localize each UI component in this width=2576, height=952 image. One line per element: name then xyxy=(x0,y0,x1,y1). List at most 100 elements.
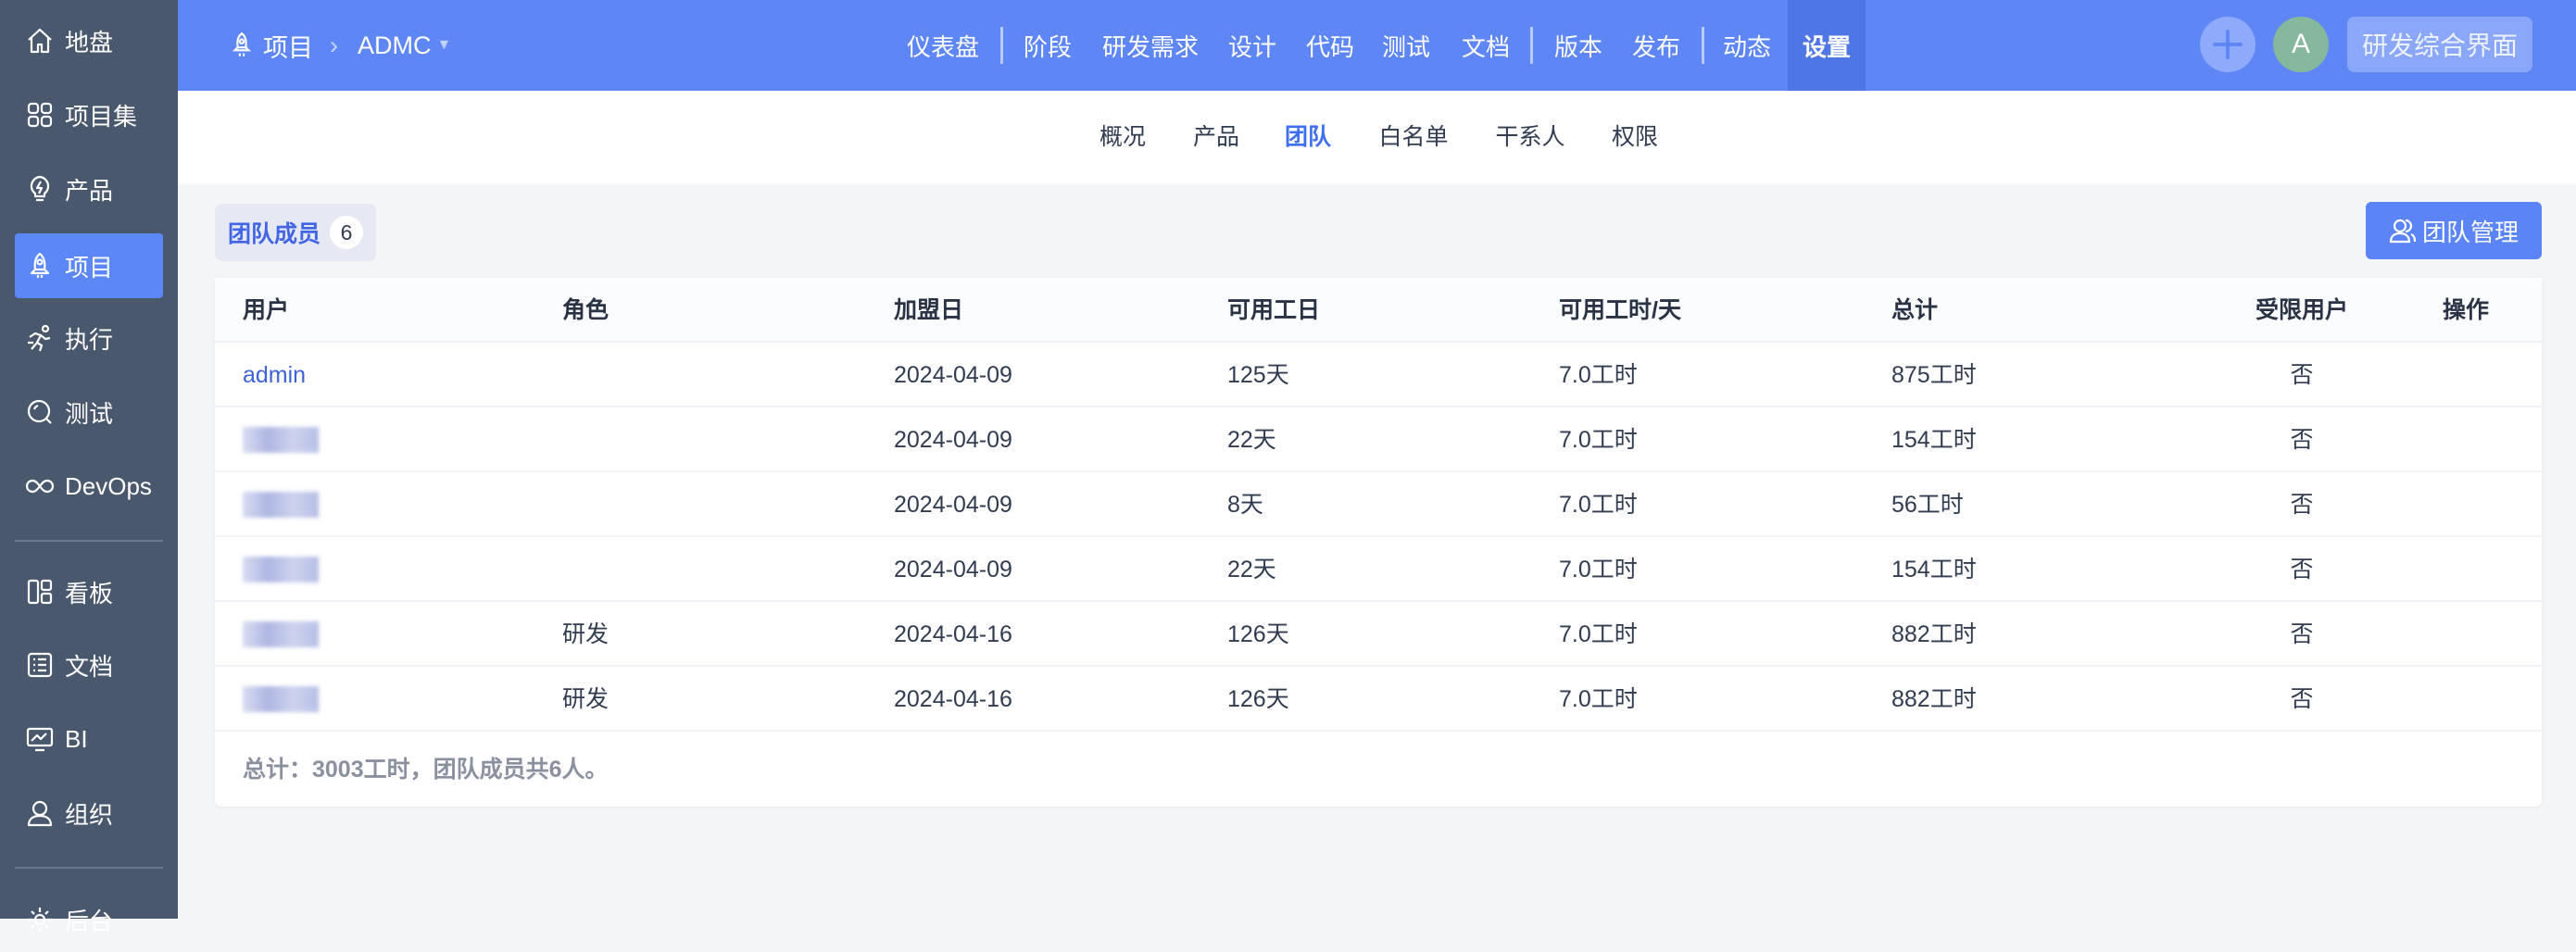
column-header: 加盟日 xyxy=(894,297,964,323)
table-row: 研发 2024-04-16 126天 7.0工时 882工时否 xyxy=(215,602,2542,667)
breadcrumb-root[interactable]: 项目 xyxy=(230,0,313,91)
table-row: 研发 2024-04-16 126天 7.0工时 882工时否 xyxy=(215,667,2542,732)
column-header: 用户 xyxy=(243,297,290,323)
user-link[interactable] xyxy=(243,407,319,472)
user-link[interactable] xyxy=(243,602,319,667)
gear-icon xyxy=(28,908,52,932)
cell-hours: 7.0工时 xyxy=(1559,492,1638,518)
blurred-user-name xyxy=(243,686,319,712)
nav-item-10[interactable]: 设置 xyxy=(1788,0,1866,91)
create-button[interactable] xyxy=(2200,17,2256,72)
tab-label: 团队成员 xyxy=(228,221,321,247)
table-header: 用户 角色 加盟日 可用工日 可用工时/天 总计 受限用户 操作 xyxy=(215,278,2542,343)
user-link[interactable] xyxy=(243,537,319,602)
plus-icon xyxy=(2213,30,2243,59)
team-manage-label: 团队管理 xyxy=(2421,218,2519,246)
subnav-item-2[interactable]: 团队 xyxy=(1285,91,1331,183)
table-row: admin 2024-04-09 125天 7.0工时 875工时否 xyxy=(215,343,2542,407)
cell-days: 22天 xyxy=(1227,557,1276,582)
sidebar-item-label: 看板 xyxy=(65,579,114,608)
nav-item-1[interactable]: 阶段 xyxy=(1024,0,1072,91)
sidebar-item-6[interactable]: DevOps xyxy=(15,454,163,519)
cell-total: 882工时 xyxy=(1891,621,1977,647)
sidebar-item-label: 文档 xyxy=(65,652,114,681)
cell-join: 2024-04-09 xyxy=(894,362,1012,388)
user-link[interactable] xyxy=(243,667,319,732)
sidebar-item-7[interactable]: 看板 xyxy=(15,559,163,624)
sidebar-item-0[interactable]: 地盘 xyxy=(15,8,163,73)
cell-join: 2024-04-09 xyxy=(894,492,1012,518)
subnav-item-5[interactable]: 权限 xyxy=(1612,91,1658,183)
cell-total: 154工时 xyxy=(1891,427,1977,453)
table-row: 2024-04-09 22天 7.0工时 154工时否 xyxy=(215,537,2542,602)
board-icon xyxy=(27,579,53,605)
rocket-icon xyxy=(232,31,252,56)
blurred-user-name xyxy=(243,557,319,582)
avatar[interactable]: A xyxy=(2273,17,2329,72)
count-badge: 6 xyxy=(330,216,364,249)
user-link[interactable] xyxy=(243,472,319,537)
sidebar-item-9[interactable]: BI xyxy=(15,707,163,771)
blurred-user-name xyxy=(243,492,319,518)
cell-total: 882工时 xyxy=(1891,686,1977,712)
nav-item-5[interactable]: 测试 xyxy=(1382,0,1430,91)
bulb-icon xyxy=(30,175,50,202)
search-icon xyxy=(27,399,52,424)
sub-navigation: 概况 产品 团队 白名单 干系人 权限 xyxy=(178,91,2576,183)
sidebar-item-label: 项目 xyxy=(65,253,114,282)
cell-total: 875工时 xyxy=(1891,362,1977,388)
interface-switch-button[interactable]: 研发综合界面 xyxy=(2347,17,2532,72)
user-link[interactable]: admin xyxy=(243,343,306,407)
cell-hours: 7.0工时 xyxy=(1559,686,1638,712)
nav-item-6[interactable]: 文档 xyxy=(1462,0,1510,91)
sidebar-item-3[interactable]: 项目 xyxy=(15,233,163,298)
cell-days: 125天 xyxy=(1227,362,1289,388)
sidebar-item-4[interactable]: 执行 xyxy=(15,306,163,370)
nav-item-9[interactable]: 动态 xyxy=(1723,0,1771,91)
users-icon xyxy=(2389,219,2417,244)
subnav-item-3[interactable]: 白名单 xyxy=(1378,91,1448,183)
cell-join: 2024-04-16 xyxy=(894,686,1012,712)
sidebar-item-2[interactable]: 产品 xyxy=(15,157,163,221)
cell-role: 研发 xyxy=(562,621,609,647)
subnav-item-1[interactable]: 产品 xyxy=(1193,91,1239,183)
sidebar-item-10[interactable]: 组织 xyxy=(15,781,163,846)
infinity-icon xyxy=(26,479,54,494)
nav-item-2[interactable]: 研发需求 xyxy=(1102,0,1199,91)
sidebar-item-label: BI xyxy=(65,724,88,753)
subnav-item-0[interactable]: 概况 xyxy=(1100,91,1146,183)
nav-item-0[interactable]: 仪表盘 xyxy=(907,0,979,91)
nav-item-8[interactable]: 发布 xyxy=(1632,0,1680,91)
cell-hours: 7.0工时 xyxy=(1559,427,1638,453)
tab-team-members[interactable]: 团队成员 6 xyxy=(215,204,376,261)
nav-separator xyxy=(1000,27,1003,64)
sidebar-item-label: DevOps xyxy=(65,471,152,500)
grid-icon xyxy=(27,102,53,128)
sidebar-item-1[interactable]: 项目集 xyxy=(15,82,163,147)
sidebar: 地盘 项目集 产品 项目 执行 测试 DevOps 看板 文档 BI 组织 后台 xyxy=(0,0,178,935)
project-switcher[interactable]: ADMC ▼ xyxy=(358,0,451,91)
team-manage-button[interactable]: 团队管理 xyxy=(2366,202,2542,259)
sidebar-item-8[interactable]: 文档 xyxy=(15,633,163,697)
monitor-icon xyxy=(26,727,54,752)
cell-hours: 7.0工时 xyxy=(1559,621,1638,647)
column-header: 可用工时/天 xyxy=(1559,297,1681,323)
cell-days: 126天 xyxy=(1227,621,1289,647)
cell-total: 56工时 xyxy=(1891,492,1964,518)
nav-item-3[interactable]: 设计 xyxy=(1228,0,1276,91)
nav-item-4[interactable]: 代码 xyxy=(1306,0,1354,91)
sidebar-item-label: 地盘 xyxy=(65,28,114,56)
nav-separator xyxy=(1702,27,1704,64)
run-icon xyxy=(28,324,51,352)
sidebar-item-11[interactable]: 后台 xyxy=(15,887,163,952)
breadcrumb-root-label: 项目 xyxy=(263,33,313,62)
cell-hours: 7.0工时 xyxy=(1559,362,1638,388)
nav-item-7[interactable]: 版本 xyxy=(1554,0,1602,91)
sidebar-item-label: 测试 xyxy=(65,399,114,428)
cell-join: 2024-04-09 xyxy=(894,427,1012,453)
user-name: admin xyxy=(243,362,307,388)
subnav-item-4[interactable]: 干系人 xyxy=(1495,91,1564,183)
sidebar-item-5[interactable]: 测试 xyxy=(15,380,163,445)
column-header: 可用工日 xyxy=(1227,297,1321,323)
user-icon xyxy=(27,800,53,827)
